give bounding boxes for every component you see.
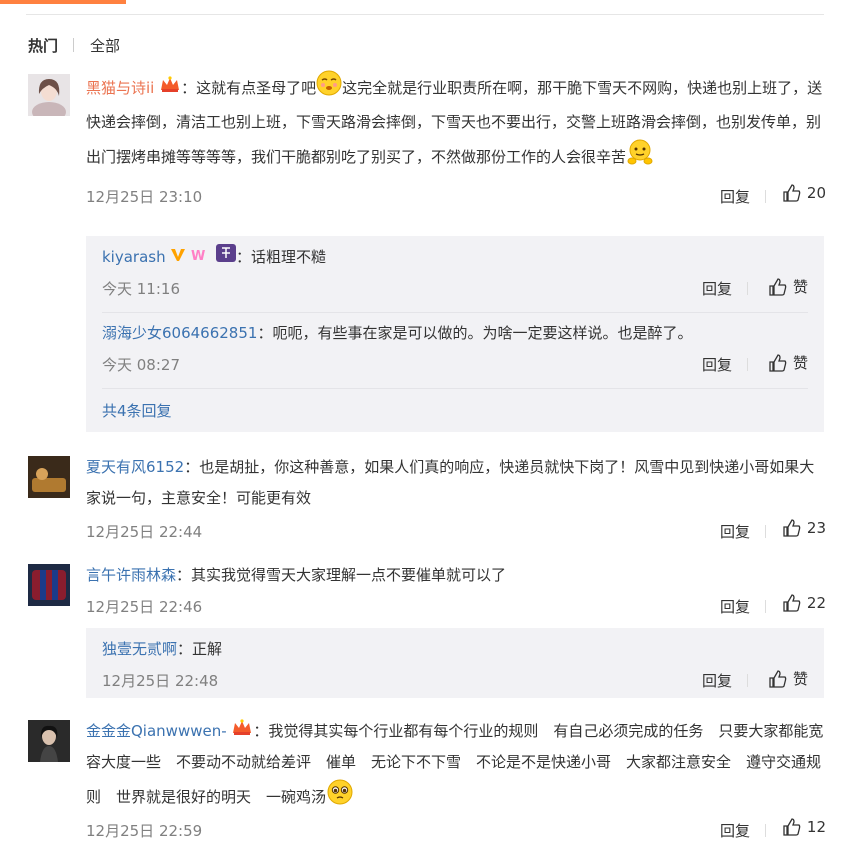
comment-time: 12月25日 22:44: [86, 523, 203, 541]
like-label: 赞: [792, 278, 808, 296]
comment-username[interactable]: 金金金Qianwwwen-: [86, 722, 227, 740]
vip-crown-icon[interactable]: [159, 73, 181, 104]
thumbs-up-icon: [783, 594, 801, 612]
comment-text-part: ：这就有点圣母了吧: [181, 79, 317, 97]
tab-hot[interactable]: 热门: [28, 35, 58, 56]
like-count: 23: [806, 519, 826, 537]
comment-text: 金金金Qianwwwen- ：我觉得其实每个行业都有每个行业的规则 有自己必须完…: [86, 716, 826, 817]
comment-meta: 12月25日 22:46 回复 22: [86, 591, 826, 621]
top-divider: [26, 14, 824, 15]
like-label: 赞: [792, 354, 808, 372]
member-w-icon: W: [191, 242, 211, 273]
comment-time: 12月25日 23:10: [86, 188, 203, 206]
accent-strip: [0, 0, 126, 4]
like-button[interactable]: 赞: [769, 352, 808, 373]
like-button[interactable]: 12: [783, 818, 826, 836]
hug-face-emoji-icon: [626, 138, 654, 177]
pleading-face-emoji-icon: [326, 778, 354, 817]
sub-reply-box: 独壹无贰啊：正解 12月25日 22:48 回复 赞: [86, 628, 824, 698]
night-badge-icon: [215, 242, 236, 273]
avatar[interactable]: [28, 564, 70, 606]
like-button[interactable]: 赞: [769, 276, 808, 297]
reply-button[interactable]: 回复: [702, 278, 732, 299]
reply-button[interactable]: 回复: [720, 820, 750, 841]
sub-reply-username[interactable]: 独壹无贰啊: [102, 640, 177, 658]
sub-reply: 独壹无贰啊：正解 12月25日 22:48 回复 赞: [102, 634, 808, 695]
sub-divider: [102, 312, 808, 313]
meta-separator: [765, 525, 766, 538]
sub-reply-text: kiyarash W ：话粗理不糙: [102, 242, 808, 273]
like-button[interactable]: 22: [783, 594, 826, 612]
comment-body: ：也是胡扯，你这种善意，如果人们真的响应，快递员就快下岗了！风雪中见到快递小哥如…: [86, 458, 815, 507]
verified-v-icon: [170, 242, 186, 273]
more-replies-link[interactable]: 共4条回复: [102, 400, 172, 421]
avatar[interactable]: [28, 720, 70, 762]
sub-reply-meta: 12月25日 22:48 回复 赞: [102, 665, 808, 695]
sub-reply-box: kiyarash W ：话粗理不糙 今天 11:16 回复 赞 溺海少女6064…: [86, 236, 824, 432]
meta-separator: [747, 358, 748, 371]
sub-reply-meta: 今天 11:16 回复 赞: [102, 273, 808, 303]
sub-reply-time: 今天 11:16: [102, 280, 180, 298]
sub-reply-text: 溺海少女6064662851：呃呃，有些事在家是可以做的。为啥一定要这样说。也是…: [102, 318, 808, 349]
like-count: 20: [806, 184, 826, 202]
avatar[interactable]: [28, 74, 70, 116]
svg-text:W: W: [191, 249, 205, 262]
thumbs-up-icon: [769, 353, 787, 372]
meta-separator: [765, 600, 766, 613]
vip-crown-icon[interactable]: [231, 716, 253, 747]
tab-all[interactable]: 全部: [90, 35, 120, 56]
comment-text: 言午许雨林森：其实我觉得雪天大家理解一点不要催单就可以了: [86, 560, 826, 591]
comment-username[interactable]: 夏天有风6152: [86, 458, 184, 476]
comment-meta: 12月25日 23:10 回复 20: [86, 181, 826, 211]
reply-button[interactable]: 回复: [702, 354, 732, 375]
reply-button[interactable]: 回复: [720, 596, 750, 617]
sub-reply: 溺海少女6064662851：呃呃，有些事在家是可以做的。为啥一定要这样说。也是…: [102, 318, 808, 379]
thumbs-up-icon: [769, 277, 787, 296]
sub-reply-time: 12月25日 22:48: [102, 672, 219, 690]
comment-text: 黑猫与诗ii ：这就有点圣母了吧 这完全就是行业职责所在啊，那干脆下雪天不网购，快…: [86, 70, 826, 177]
comment-meta: 12月25日 22:44 回复 23: [86, 516, 826, 546]
meta-separator: [765, 824, 766, 837]
tab-separator: [73, 38, 75, 52]
sub-reply-username[interactable]: 溺海少女6064662851: [102, 324, 257, 342]
like-button[interactable]: 23: [783, 519, 826, 537]
reply-button[interactable]: 回复: [720, 186, 750, 207]
comment-username[interactable]: 言午许雨林森: [86, 566, 176, 584]
comment-body: ：其实我觉得雪天大家理解一点不要催单就可以了: [176, 566, 507, 584]
thumbs-up-icon: [783, 184, 801, 202]
reply-button[interactable]: 回复: [720, 521, 750, 542]
thumbs-up-icon: [783, 818, 801, 836]
comment-text: 夏天有风6152：也是胡扯，你这种善意，如果人们真的响应，快递员就快下岗了！风雪…: [86, 452, 826, 514]
sub-reply-meta: 今天 08:27 回复 赞: [102, 349, 808, 379]
sub-reply-body: ：正解: [177, 640, 223, 658]
like-button[interactable]: 赞: [769, 668, 808, 689]
like-button[interactable]: 20: [783, 184, 826, 202]
like-label: 赞: [792, 670, 808, 688]
comment-username[interactable]: 黑猫与诗ii: [86, 79, 154, 97]
sub-reply-body: ：话粗理不糙: [235, 248, 326, 266]
meta-separator: [747, 282, 748, 295]
meta-separator: [747, 674, 748, 687]
sub-reply-time: 今天 08:27: [102, 356, 180, 374]
thumbs-up-icon: [769, 669, 787, 688]
like-count: 22: [806, 594, 826, 612]
reply-button[interactable]: 回复: [702, 670, 732, 691]
shy-face-emoji-icon: [316, 70, 342, 107]
comment-meta: 12月25日 22:59 回复 12: [86, 815, 826, 845]
sub-reply: kiyarash W ：话粗理不糙 今天 11:16 回复 赞: [102, 242, 808, 303]
comment-time: 12月25日 22:59: [86, 822, 203, 840]
sub-reply-text: 独壹无贰啊：正解: [102, 634, 808, 665]
avatar[interactable]: [28, 456, 70, 498]
like-count: 12: [806, 818, 826, 836]
comment-tabs: 热门 全部: [28, 33, 120, 57]
top-accent-bar: [0, 0, 850, 15]
sub-reply-username[interactable]: kiyarash: [102, 248, 166, 266]
thumbs-up-icon: [783, 519, 801, 537]
sub-reply-body: ：呃呃，有些事在家是可以做的。为啥一定要这样说。也是醉了。: [257, 324, 693, 342]
sub-divider: [102, 388, 808, 389]
meta-separator: [765, 190, 766, 203]
comment-time: 12月25日 22:46: [86, 598, 203, 616]
